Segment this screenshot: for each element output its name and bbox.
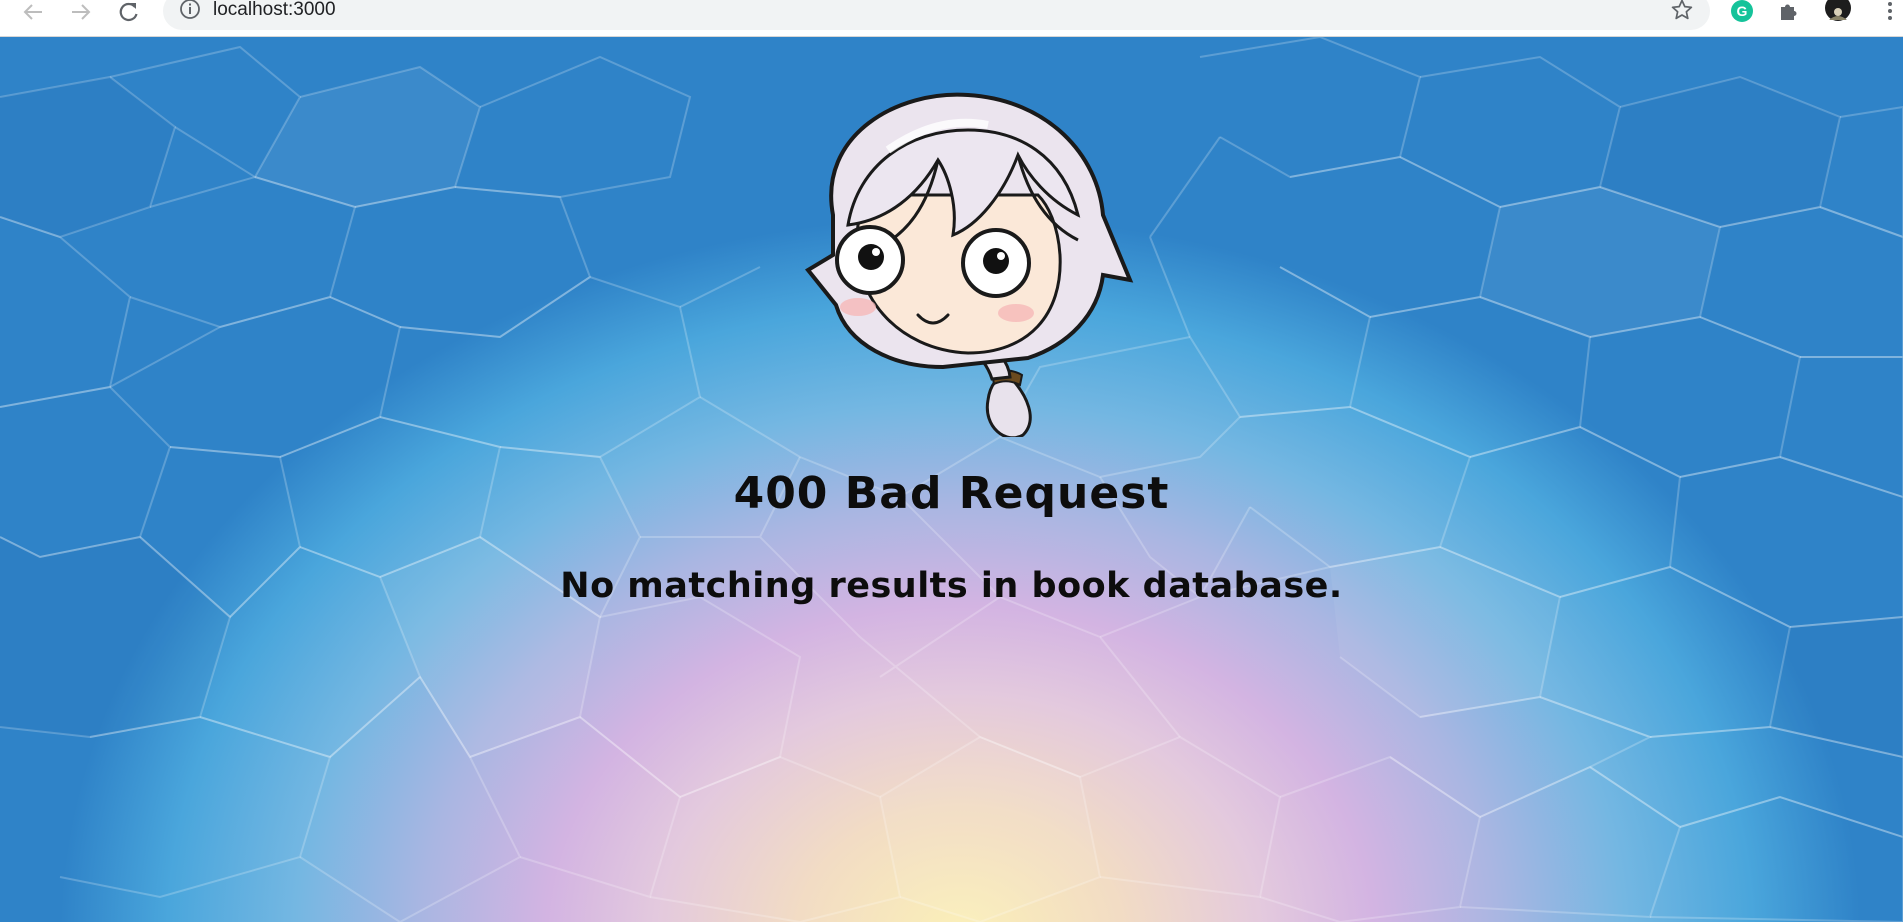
- page-content: 400 Bad Request No matching results in b…: [0, 37, 1903, 922]
- chibi-mascot-illustration: [805, 92, 1134, 437]
- star-icon[interactable]: [1670, 0, 1694, 22]
- profile-button[interactable]: [1823, 0, 1853, 24]
- error-message: No matching results in book database.: [560, 566, 1343, 606]
- forward-button[interactable]: [66, 0, 96, 24]
- forward-arrow-icon: [72, 4, 91, 20]
- back-arrow-icon: [23, 4, 42, 20]
- reload-button[interactable]: [114, 0, 144, 24]
- svg-text:G: G: [1737, 3, 1748, 19]
- url-text[interactable]: localhost:3000: [213, 0, 336, 20]
- avatar-icon: [1825, 0, 1851, 21]
- grammarly-icon: G: [1731, 0, 1753, 22]
- back-button[interactable]: [18, 0, 48, 24]
- info-icon[interactable]: [179, 0, 201, 20]
- browser-toolbar: localhost:3000 G: [0, 0, 1903, 37]
- kebab-menu-icon: [1888, 2, 1892, 20]
- error-title: 400 Bad Request: [733, 468, 1170, 519]
- puzzle-icon: [1781, 4, 1797, 20]
- browser-menu-button[interactable]: [1880, 0, 1900, 24]
- reload-icon: [119, 2, 138, 22]
- extensions-button[interactable]: [1774, 0, 1804, 24]
- address-bar[interactable]: localhost:3000: [163, 0, 1710, 30]
- grammarly-extension-button[interactable]: G: [1727, 0, 1757, 24]
